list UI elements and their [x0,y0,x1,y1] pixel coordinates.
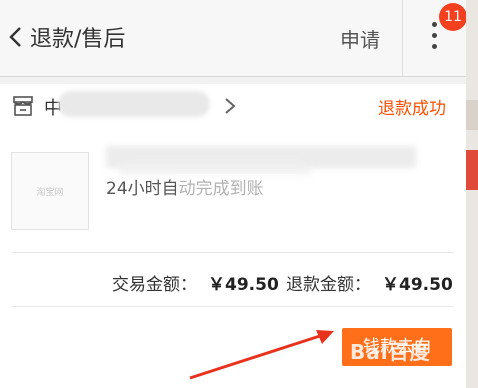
thumbnail-logo: 淘宝网 [36,188,64,198]
store-icon [13,96,33,116]
more-vertical-icon [432,22,437,50]
divider [12,306,454,307]
refund-detail-page: 退款/售后 申请 11 中 退款成功 淘宝网 交易金额： ￥49.50 退款金额… [0,0,466,388]
shop-row[interactable]: 中 退款成功 [0,84,466,128]
product-thumbnail: 淘宝网 [11,152,89,230]
refund-status: 退款成功 [378,99,446,119]
annotation-arrow-icon [189,330,334,380]
more-menu-button[interactable]: 11 [402,0,466,76]
background-strip [466,0,478,388]
background-block [466,100,478,130]
chevron-left-icon [9,27,21,47]
description-blur [176,174,296,198]
background-block [466,150,478,190]
page-title: 退款/售后 [30,27,126,52]
refund-amount-value: ￥49.50 [382,275,453,295]
apply-button[interactable]: 申请 [340,24,380,53]
shop-name-redaction [58,91,210,117]
refund-amount-label: 退款金额： [286,275,371,295]
product-title-redaction-2 [120,162,310,174]
trade-amount-label: 交易金额： [112,275,197,295]
watermark: Bai百度 [350,340,431,364]
screen: 退款/售后 申请 11 中 退款成功 淘宝网 交易金额： ￥49.50 退款金额… [0,0,478,388]
top-bar: 退款/售后 申请 11 [0,0,466,77]
chevron-right-icon [225,98,236,114]
notification-badge: 11 [439,3,466,31]
back-button[interactable]: 退款/售后 [0,12,125,62]
product-row[interactable]: 淘宝网 24小时自动完成到账 [0,140,466,240]
amount-row: 交易金额： ￥49.50 退款金额： ￥49.50 [0,254,466,306]
trade-amount-value: ￥49.50 [208,275,279,295]
divider [12,252,454,253]
